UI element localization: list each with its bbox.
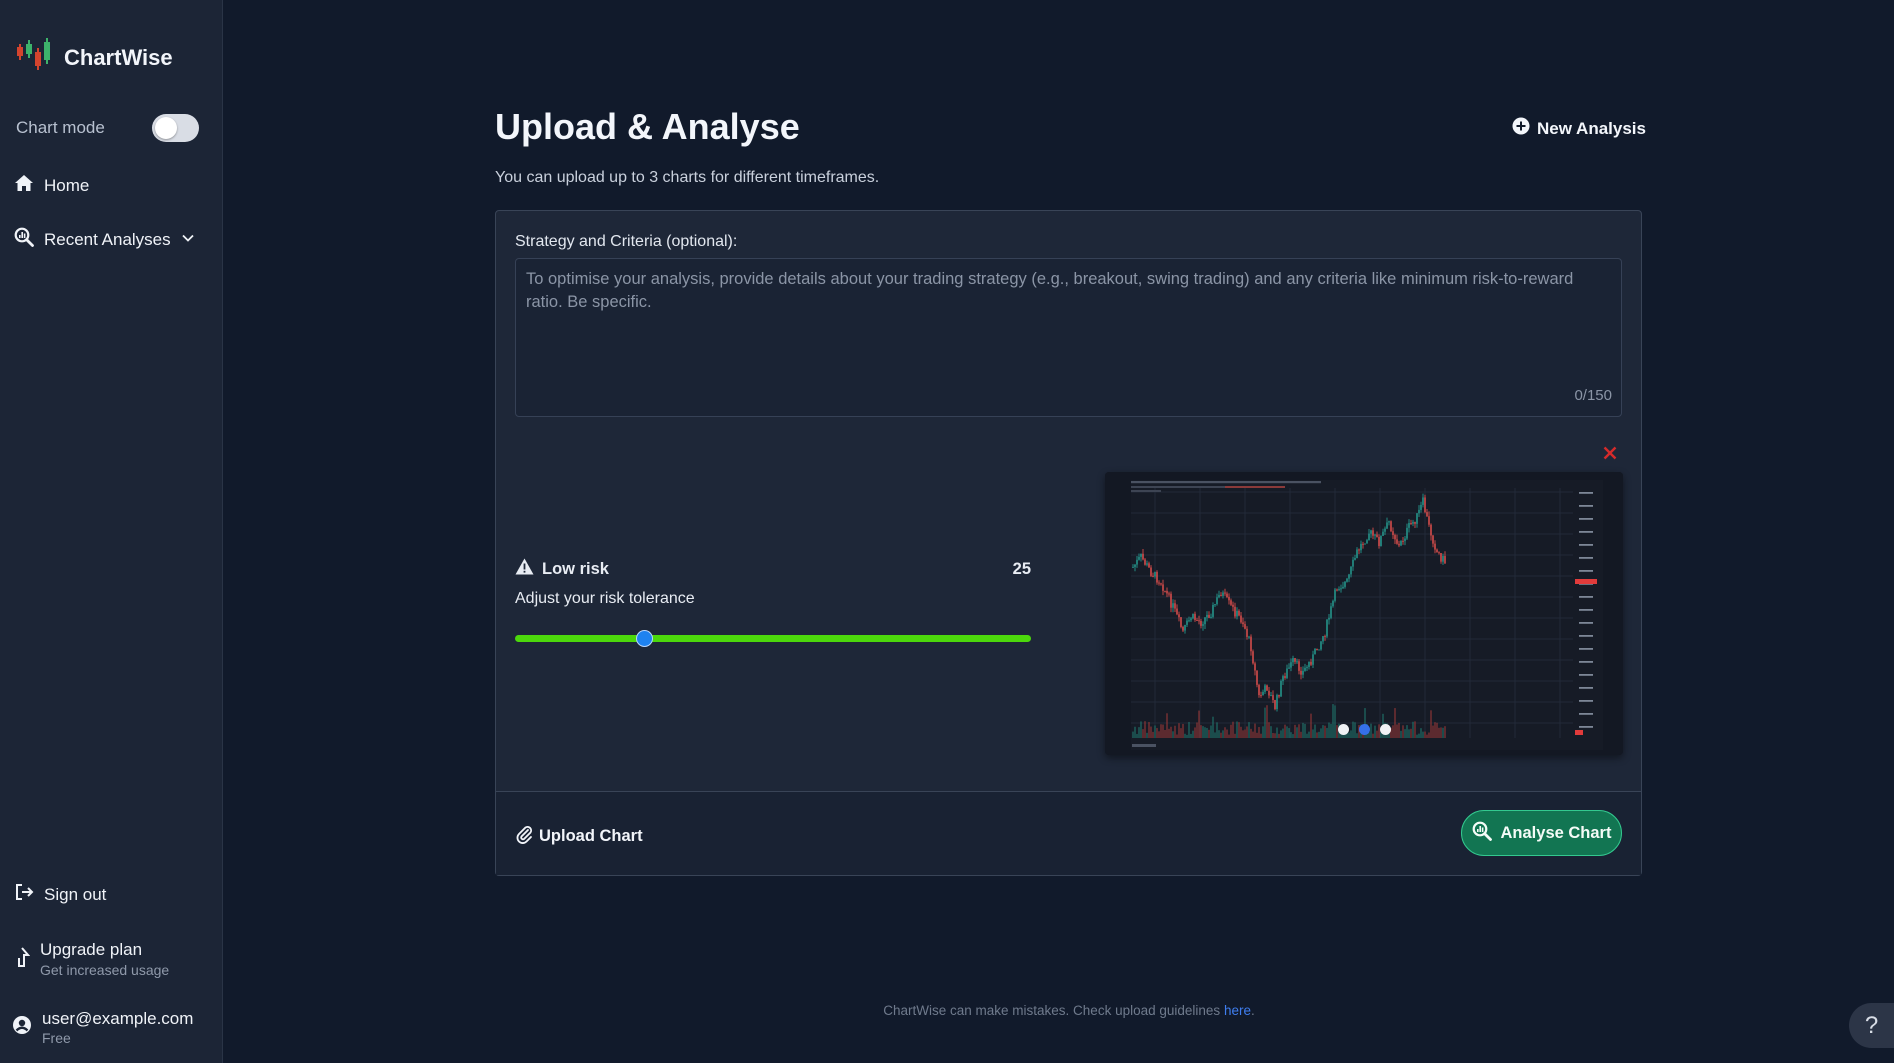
new-analysis-label: New Analysis [1537, 118, 1646, 138]
carousel-dots [1105, 724, 1623, 735]
risk-tolerance: Low risk 25 Adjust your risk tolerance [515, 558, 1031, 647]
risk-value: 25 [1012, 559, 1031, 578]
risk-level-label: Low risk [542, 559, 609, 578]
toggle-knob [155, 117, 177, 139]
app-name: ChartWise [64, 44, 173, 70]
remove-chart-button[interactable] [1603, 444, 1617, 464]
disclaimer-end: . [1250, 1003, 1255, 1018]
chart-preview-image [1105, 472, 1623, 755]
upload-chart-label: Upload Chart [539, 827, 643, 845]
character-count: 0/150 [1574, 387, 1612, 404]
help-button[interactable]: ? [1849, 1003, 1894, 1048]
logo[interactable]: ChartWise [16, 36, 173, 79]
plus-circle-icon [1512, 117, 1530, 140]
sidebar-item-label: Home [44, 175, 90, 195]
page-subtitle: You can upload up to 3 charts for differ… [495, 169, 880, 186]
sign-out-button[interactable]: Sign out [14, 882, 106, 907]
risk-slider[interactable] [515, 630, 1031, 647]
chart-mode-row: Chart mode [16, 114, 199, 142]
strategy-input[interactable] [516, 259, 1621, 416]
slider-thumb[interactable] [636, 630, 653, 647]
strategy-label: Strategy and Criteria (optional): [515, 233, 738, 250]
slider-track [515, 635, 1031, 642]
home-icon [14, 173, 34, 198]
user-plan: Free [42, 1030, 71, 1046]
upgrade-title: Upgrade plan [40, 940, 143, 959]
disclaimer: ChartWise can make mistakes. Check uploa… [0, 1003, 1894, 1018]
upgrade-text: Upgrade plan Get increased usage [40, 940, 169, 978]
risk-description: Adjust your risk tolerance [515, 590, 695, 607]
carousel-dot[interactable] [1379, 724, 1391, 735]
close-icon [1603, 443, 1617, 465]
sidebar-item-home[interactable]: Home [14, 173, 89, 198]
magnify-chart-icon [1472, 821, 1492, 846]
sign-out-label: Sign out [44, 884, 107, 904]
sign-out-icon [14, 882, 34, 907]
candlestick-logo-icon [16, 36, 52, 79]
risk-header: Low risk 25 [515, 558, 1031, 580]
new-analysis-button[interactable]: New Analysis [1512, 117, 1646, 140]
upgrade-subtitle: Get increased usage [40, 962, 170, 978]
carousel-dot[interactable] [1358, 724, 1370, 735]
sidebar-item-recent-analyses[interactable]: Recent Analyses [14, 227, 195, 252]
upgrade-plan-button[interactable]: Upgrade plan Get increased usage [14, 940, 169, 978]
user-circle-icon [12, 1015, 32, 1040]
risk-level: Low risk [515, 558, 609, 580]
sidebar-item-label: Recent Analyses [44, 229, 171, 249]
card-footer: Upload Chart Analyse Chart [496, 791, 1641, 875]
analyse-chart-button[interactable]: Analyse Chart [1461, 810, 1622, 856]
warning-triangle-icon [515, 558, 534, 580]
arrow-up-icon [14, 946, 31, 973]
chart-preview[interactable] [1105, 472, 1623, 755]
analyse-chart-label: Analyse Chart [1500, 823, 1612, 842]
guidelines-link[interactable]: here [1224, 1003, 1251, 1018]
page-title: Upload & Analyse [495, 106, 800, 147]
upload-chart-button[interactable]: Upload Chart [515, 824, 643, 849]
chart-mode-label: Chart mode [16, 118, 105, 137]
paperclip-icon [515, 824, 533, 849]
chart-mode-toggle[interactable] [152, 114, 199, 142]
sidebar: ChartWise Chart mode Home Recent Analyse… [0, 0, 223, 1063]
analysis-card: Strategy and Criteria (optional): 0/150 … [495, 210, 1642, 876]
magnify-chart-icon [14, 227, 34, 252]
question-icon: ? [1864, 1011, 1879, 1039]
chevron-down-icon[interactable] [181, 230, 195, 250]
carousel-dot[interactable] [1337, 724, 1349, 735]
strategy-field: 0/150 [515, 258, 1622, 417]
disclaimer-text: ChartWise can make mistakes. Check uploa… [883, 1003, 1221, 1018]
